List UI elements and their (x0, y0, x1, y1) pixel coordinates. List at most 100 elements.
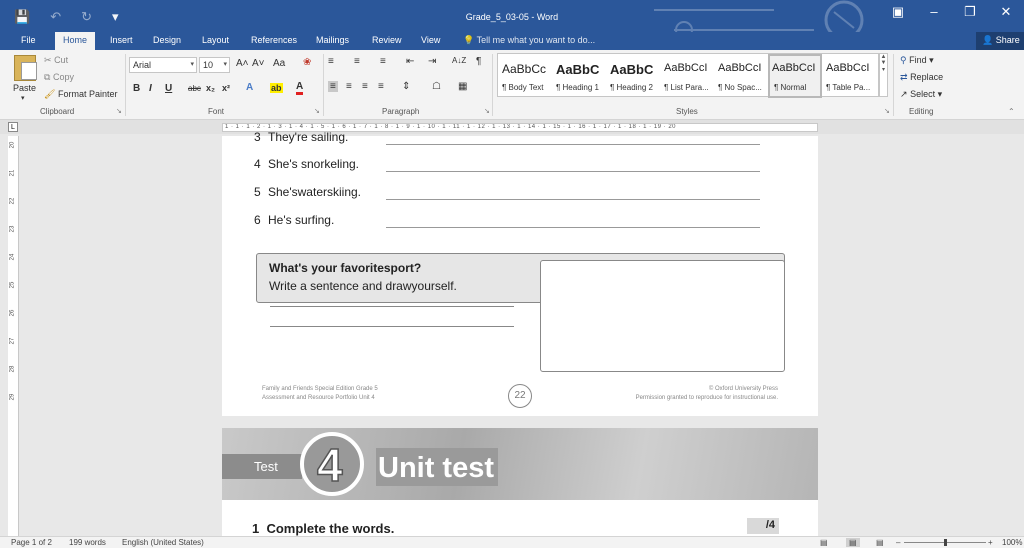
style-table-paragraph[interactable]: AaBbCcI ¶ Table Pa... (822, 54, 876, 98)
font-size-combo[interactable]: 10 ▾ (199, 57, 230, 73)
style-heading-1[interactable]: AaBbC ¶ Heading 1 (552, 54, 606, 98)
subscript-button[interactable]: x₂ (206, 83, 215, 93)
paragraph-group-label: Paragraph (382, 107, 420, 116)
line-spacing-icon[interactable]: ⇕ (402, 81, 410, 92)
print-layout-icon[interactable]: ▤ (846, 538, 860, 547)
clipboard-launcher-icon[interactable]: ↘ (116, 107, 122, 115)
font-color-button[interactable]: A (296, 82, 304, 95)
sort-button[interactable]: A↓Z (452, 56, 466, 65)
select-button[interactable]: ↗ Select ▾ (900, 89, 942, 100)
format-painter-button[interactable]: 🖌 Format Painter (44, 89, 117, 100)
word-count[interactable]: 199 words (69, 538, 106, 547)
find-button[interactable]: ⚲ Find ▾ (900, 55, 934, 66)
page-number: 22 (508, 384, 532, 408)
tab-file[interactable]: File (21, 35, 36, 45)
strikethrough-button[interactable]: abc (188, 84, 201, 93)
page-count[interactable]: Page 1 of 2 (11, 538, 52, 547)
numbering-icon[interactable]: ≡ (354, 56, 360, 67)
ribbon-tabs: File Home Insert Design Layout Reference… (0, 32, 1024, 50)
score-box: /4 (747, 518, 779, 534)
borders-icon[interactable]: ▦ (458, 81, 467, 92)
zoom-slider-thumb[interactable] (944, 539, 947, 546)
close-button[interactable]: ✕ (988, 4, 1024, 20)
shrink-font-button[interactable]: A˅ (252, 58, 265, 69)
shading-icon[interactable]: ☖ (432, 81, 441, 92)
ribbon-display-options-icon[interactable]: ▣ (880, 4, 916, 20)
style-body-text[interactable]: AaBbCc ¶ Body Text (498, 54, 552, 98)
writing-line (270, 326, 514, 327)
align-center-icon[interactable]: ≡ (346, 81, 352, 92)
italic-button[interactable]: I (149, 83, 152, 94)
superscript-button[interactable]: x² (222, 83, 230, 93)
style-heading-2[interactable]: AaBbC ¶ Heading 2 (606, 54, 660, 98)
change-case-button[interactable]: Aa (273, 58, 285, 69)
tell-me-box[interactable]: 💡 Tell me what you want to do... (463, 35, 595, 46)
status-bar: Page 1 of 2 199 words English (United St… (0, 536, 1024, 548)
paste-button[interactable]: Paste (13, 83, 36, 93)
show-formatting-button[interactable]: ¶ (476, 56, 481, 67)
font-name-combo[interactable]: Arial ▾ (129, 57, 197, 73)
tab-layout[interactable]: Layout (202, 35, 229, 45)
language-indicator[interactable]: English (United States) (122, 538, 204, 547)
align-left-icon[interactable]: ≡ (328, 81, 338, 92)
align-right-icon[interactable]: ≡ (362, 81, 368, 92)
footer-right: © Oxford University Press Permission gran… (635, 386, 778, 401)
style-no-spacing[interactable]: AaBbCcI ¶ No Spac... (714, 54, 768, 98)
text-effects-button[interactable]: A (246, 82, 253, 93)
web-layout-icon[interactable]: ▤ (876, 538, 884, 547)
tab-selector[interactable]: L (8, 122, 18, 132)
zoom-slider[interactable] (904, 539, 986, 546)
zoom-in-button[interactable]: + (988, 538, 993, 547)
bold-button[interactable]: B (133, 83, 140, 94)
editing-group-label: Editing (909, 107, 934, 116)
answer-line (386, 144, 760, 145)
exercise-item: 3 They're sailing. (254, 130, 349, 144)
paste-dropdown-icon[interactable]: ▾ (21, 94, 25, 102)
exercise-item: 5 She'swaterskiing. (254, 185, 361, 199)
search-icon: ⚲ (900, 55, 907, 65)
underline-button[interactable]: U (165, 83, 172, 94)
increase-indent-icon[interactable]: ⇥ (428, 56, 436, 67)
document-page[interactable]: Test 4 Unit test 1 Complete the words. /… (222, 428, 818, 536)
clipboard-icon[interactable] (14, 55, 37, 81)
styles-scroll[interactable]: ▲ ▼ ▾ (879, 53, 888, 97)
style-list-paragraph[interactable]: AaBbCcI ¶ List Para... (660, 54, 714, 98)
multilevel-list-icon[interactable]: ≡ (380, 56, 386, 67)
cut-button[interactable]: ✂ Cut (44, 55, 68, 66)
exercise-item: 4 She's snorkeling. (254, 157, 360, 171)
font-launcher-icon[interactable]: ↘ (314, 107, 320, 115)
restore-button[interactable]: ❐ (952, 4, 988, 20)
replace-button[interactable]: ⇄ Replace (900, 72, 943, 83)
ruler-tick: 28 (9, 365, 16, 373)
tab-home[interactable]: Home (55, 32, 96, 50)
paragraph-launcher-icon[interactable]: ↘ (484, 107, 490, 115)
document-page[interactable]: 3 They're sailing. 4 She's snorkeling. 5 Sh… (222, 130, 818, 416)
tab-view[interactable]: View (421, 35, 440, 45)
divider (323, 54, 324, 116)
answer-line (386, 199, 760, 200)
grow-font-button[interactable]: A˄ (236, 58, 249, 69)
clear-formatting-icon[interactable]: ❀ (303, 57, 311, 68)
tab-review[interactable]: Review (372, 35, 402, 45)
style-normal[interactable]: AaBbCcI ¶ Normal (768, 54, 822, 98)
highlight-button[interactable]: ab (270, 83, 283, 93)
bullets-icon[interactable]: ≡ (328, 56, 334, 67)
styles-launcher-icon[interactable]: ↘ (884, 107, 890, 115)
justify-icon[interactable]: ≡ (378, 81, 384, 92)
copy-icon: ⧉ (44, 72, 51, 82)
read-mode-icon[interactable]: ▤ (820, 538, 828, 547)
tab-references[interactable]: References (251, 35, 297, 45)
decrease-indent-icon[interactable]: ⇤ (406, 56, 414, 67)
horizontal-ruler: L 1 · 1 · 1 · 2 · 1 · 3 · 1 · 4 · 1 · 5 … (0, 120, 1024, 134)
tab-design[interactable]: Design (153, 35, 181, 45)
tab-mailings[interactable]: Mailings (316, 35, 349, 45)
share-button[interactable]: 👤 Share (976, 32, 1024, 50)
collapse-ribbon-icon[interactable]: ⌃ (1008, 107, 1015, 116)
tab-insert[interactable]: Insert (110, 35, 133, 45)
copy-button[interactable]: ⧉ Copy (44, 72, 74, 83)
zoom-level[interactable]: 100% (1002, 538, 1022, 547)
zoom-out-button[interactable]: – (896, 538, 900, 547)
styles-gallery[interactable]: AaBbCc ¶ Body Text AaBbC ¶ Heading 1 AaBbC… (497, 53, 879, 98)
minimize-button[interactable]: – (916, 4, 952, 20)
vertical-ruler[interactable]: 20 21 22 23 24 25 26 27 28 29 (8, 136, 19, 536)
